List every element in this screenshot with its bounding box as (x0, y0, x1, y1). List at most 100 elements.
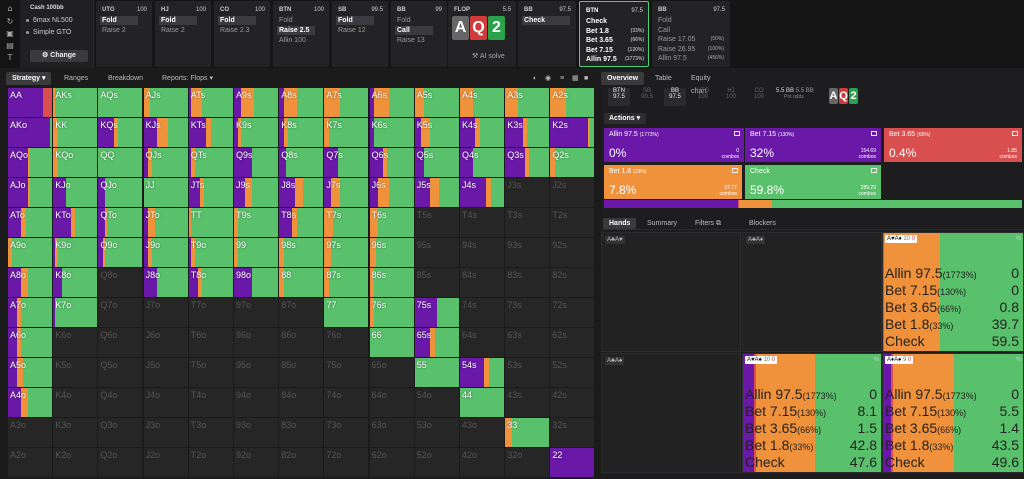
hand-cell[interactable]: J9s (234, 178, 278, 207)
hand-cell[interactable]: J9o (143, 238, 188, 267)
hand-cell[interactable]: J5s (414, 178, 459, 207)
hand-cell[interactable]: 83o (279, 418, 324, 447)
hand-cell[interactable]: 92s (550, 238, 595, 267)
hand-cell[interactable]: TT (188, 208, 233, 237)
action-item[interactable]: Check (584, 17, 644, 26)
hand-cell[interactable]: J7o (143, 298, 188, 327)
action-item[interactable]: Fold (277, 16, 315, 25)
bb-next-panel[interactable]: BB 97.5 Fold Call Raise 17.05 (50%) Raise 26… (652, 1, 730, 67)
hand-cell[interactable]: KJs (143, 118, 188, 147)
action-item[interactable]: Bet 3.65 (66%) (584, 36, 644, 45)
action-item[interactable]: Call (656, 26, 724, 35)
hand-cell[interactable]: 73s (505, 298, 550, 327)
square-icon[interactable]: ■ (582, 72, 590, 85)
tab-overview[interactable]: Overview (601, 72, 645, 85)
hand-cell[interactable]: K5o (53, 358, 98, 387)
hand-cell[interactable]: A2o (8, 448, 52, 477)
hand-cell[interactable]: 33 (505, 418, 550, 447)
hand-cell[interactable]: J4s (460, 178, 504, 207)
hand-cell[interactable]: 97s (324, 238, 369, 267)
tab-summary[interactable]: Summary (641, 218, 683, 229)
hand-cell[interactable]: 22 (550, 448, 595, 477)
hand-cell[interactable]: J3o (143, 418, 188, 447)
hand-cell[interactable]: 86o (279, 328, 324, 357)
hand-cell[interactable]: J6o (143, 328, 188, 357)
hand-cell[interactable]: Q6s (369, 148, 414, 177)
hand-cell[interactable]: 87o (279, 298, 324, 327)
change-button[interactable]: ⚙ Change (30, 50, 88, 62)
hand-cell[interactable]: A6o (8, 328, 52, 357)
hand-cell[interactable]: 65s (414, 328, 459, 357)
action-item[interactable]: Fold (100, 16, 138, 25)
hand-cell[interactable]: T4s (460, 208, 504, 237)
hand-cell[interactable]: Q3o (98, 418, 143, 447)
hand-cell[interactable]: K2s (550, 118, 595, 147)
hand-cell[interactable]: T7o (188, 298, 233, 327)
hand-cell[interactable]: KTo (53, 208, 98, 237)
hand-cell[interactable]: K4s (460, 118, 504, 147)
btn-decision-panel[interactable]: BTN 97.5 Check Bet 1.8 (33%) Bet 3.65 (66%) B… (579, 1, 649, 67)
hand-cell[interactable]: 64s (460, 328, 504, 357)
hand-cell[interactable]: K3s (505, 118, 550, 147)
hand-cell[interactable]: Q9o (98, 238, 143, 267)
hand-cell[interactable]: 43s (505, 388, 550, 417)
hand-cell[interactable]: J5o (143, 358, 188, 387)
copy-icon[interactable] (732, 168, 738, 173)
hand-cell[interactable]: K7s (324, 118, 369, 147)
tab-equity-chart[interactable]: Equity chart (685, 72, 716, 95)
hand-cell[interactable]: A5s (414, 88, 459, 117)
view-icon[interactable]: ◐ (531, 72, 539, 85)
hand-cell[interactable]: 96o (234, 328, 278, 357)
hand-cell[interactable]: T5s (414, 208, 459, 237)
hand-cell[interactable]: AJs (143, 88, 188, 117)
hand-cell[interactable]: T2o (188, 448, 233, 477)
hand-cell[interactable]: JTo (143, 208, 188, 237)
hand-cell[interactable]: 32s (550, 418, 595, 447)
hand-cell[interactable]: 97o (234, 298, 278, 327)
hand-cell[interactable]: 52o (414, 448, 459, 477)
hand-cell[interactable]: KTs (188, 118, 233, 147)
hand-cell[interactable]: A3s (505, 88, 550, 117)
hand-cell[interactable]: 32o (505, 448, 550, 477)
action-item[interactable]: Allin 100 (277, 36, 315, 45)
hand-cell[interactable]: K7o (53, 298, 98, 327)
action-item[interactable]: Allin 97.5 (456%) (656, 54, 724, 63)
tab-breakdown[interactable]: Breakdown (102, 72, 149, 85)
action-item[interactable]: Fold (159, 16, 197, 25)
hand-cell[interactable]: J6s (369, 178, 414, 207)
hand-cell[interactable]: 93o (234, 418, 278, 447)
hand-cell[interactable]: 84o (279, 388, 324, 417)
hand-cell[interactable]: K9o (53, 238, 98, 267)
mini-position[interactable]: BTN 97.5 (608, 88, 630, 106)
grid-icon[interactable]: ▦ (570, 72, 581, 85)
hand-cell[interactable]: 88 (279, 268, 324, 297)
mini-position[interactable]: BB 97.5 (664, 88, 686, 106)
hand-cell[interactable]: K9s (234, 118, 278, 147)
home-icon[interactable]: ⌂ (6, 5, 14, 13)
hand-cell[interactable]: Q4o (98, 388, 143, 417)
hand-cell[interactable]: J7s (324, 178, 369, 207)
hand-cell[interactable]: QJo (98, 178, 143, 207)
hand-cell[interactable]: 98s (279, 238, 324, 267)
hand-cell[interactable]: JJ (143, 178, 188, 207)
hand-cell[interactable]: KQo (53, 148, 98, 177)
hand-cell[interactable]: QTo (98, 208, 143, 237)
position-panel-co[interactable]: CO 100 Fold Raise 2.3 (214, 1, 270, 67)
hand-cell[interactable]: ATs (188, 88, 233, 117)
action-item[interactable]: Bet 1.8 (33%) (584, 27, 644, 36)
mini-position[interactable]: HJ 100 (720, 88, 742, 106)
hand-cell[interactable]: 74o (324, 388, 369, 417)
hand-cell[interactable]: JTs (188, 178, 233, 207)
action-item[interactable]: Raise 12 (336, 26, 374, 35)
hand-cell[interactable]: 42o (460, 448, 504, 477)
hand-cell[interactable]: T2s (550, 208, 595, 237)
hand-cell[interactable]: 72s (550, 298, 595, 327)
hand-cell[interactable]: 85o (279, 358, 324, 387)
hand-cell[interactable]: T6s (369, 208, 414, 237)
hand-cell[interactable]: T4o (188, 388, 233, 417)
hand-cell[interactable]: 44 (460, 388, 504, 417)
action-item[interactable]: Bet 7.15 (130%) (584, 46, 644, 55)
hand-cell[interactable]: 95o (234, 358, 278, 387)
hand-cell[interactable]: J2o (143, 448, 188, 477)
hand-cell[interactable]: K3o (53, 418, 98, 447)
